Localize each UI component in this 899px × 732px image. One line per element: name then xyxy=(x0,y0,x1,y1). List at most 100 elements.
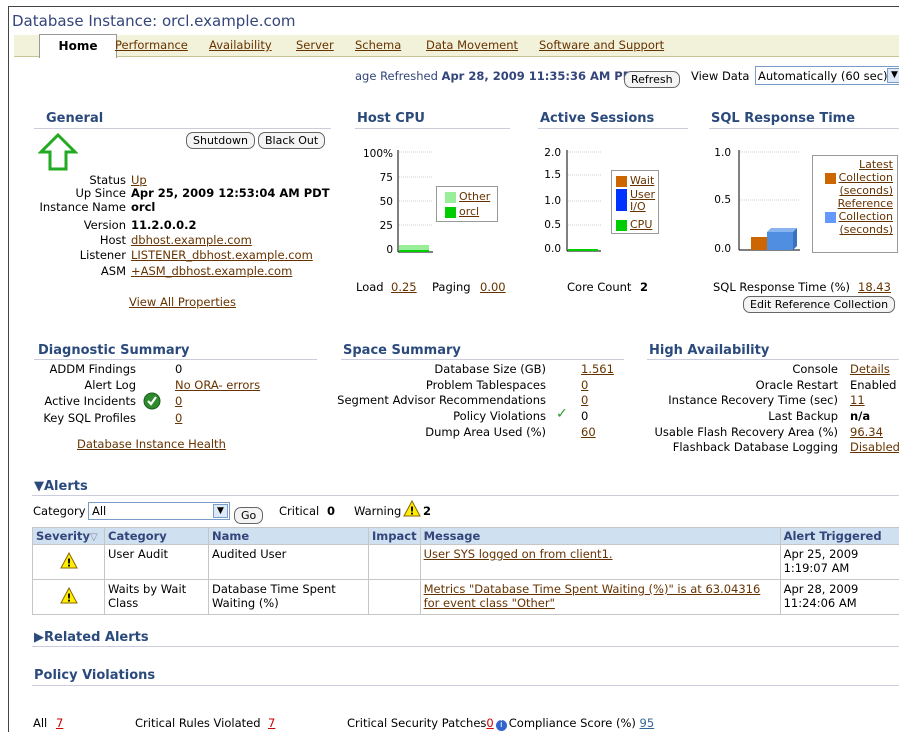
tab-availability[interactable]: Availability xyxy=(209,38,272,52)
console-details-link[interactable]: Details xyxy=(850,362,890,376)
legend-wait-link[interactable]: Wait xyxy=(630,174,654,187)
alert-log-link[interactable]: No ORA- errors xyxy=(175,378,260,392)
security-patches-row: Critical Security Patches0 i Compliance Sc… xyxy=(347,716,654,731)
dump-area-label: Dump Area Used (%) xyxy=(425,425,546,439)
legend-orcl-link[interactable]: orcl xyxy=(459,205,479,218)
tab-performance[interactable]: Performance xyxy=(115,38,188,52)
instance-name-label: Instance Name xyxy=(39,200,127,214)
alert-triggered-column-header[interactable]: Alert Triggered xyxy=(779,527,899,545)
database-instance-health-link[interactable]: Database Instance Health xyxy=(77,437,226,451)
flash-recovery-link[interactable]: 96.34 xyxy=(850,425,883,439)
security-patches-link[interactable]: 0 xyxy=(486,716,493,730)
svg-text:!: ! xyxy=(409,505,414,518)
legend-swatch xyxy=(445,206,456,218)
tab-schema[interactable]: Schema xyxy=(355,38,401,52)
legend-latest-collection-link[interactable]: Collection xyxy=(839,171,893,184)
compliance-score-link[interactable]: 95 xyxy=(640,716,655,730)
key-sql-profiles-link[interactable]: 0 xyxy=(175,411,182,425)
legend-io-link[interactable]: I/O xyxy=(630,200,646,213)
host-cpu-tick: 100% xyxy=(363,148,393,160)
message-column-header[interactable]: Message xyxy=(419,527,781,545)
policy-all-link[interactable]: 7 xyxy=(56,716,63,730)
legend-latest-link[interactable]: Latest xyxy=(859,158,893,171)
problem-tablespaces-link[interactable]: 0 xyxy=(581,378,588,392)
shutdown-button[interactable]: Shutdown xyxy=(186,132,255,149)
database-size-link[interactable]: 1.561 xyxy=(581,362,614,376)
related-alerts-header[interactable]: ▶Related Alerts xyxy=(34,630,149,645)
warning-icon: ! xyxy=(403,500,421,517)
dump-area-link[interactable]: 60 xyxy=(581,425,596,439)
segment-advisor-link[interactable]: 0 xyxy=(581,393,588,407)
legend-latest-seconds-link[interactable]: (seconds) xyxy=(839,184,893,197)
sql-latest-bar xyxy=(751,237,767,250)
sql-response-divider xyxy=(709,128,899,129)
view-all-properties-link[interactable]: View All Properties xyxy=(129,295,236,309)
active-incidents-link[interactable]: 0 xyxy=(175,394,182,408)
blackout-button[interactable]: Black Out xyxy=(258,132,326,149)
view-data-label: View Data xyxy=(691,69,750,83)
category-select[interactable]: All ▼ xyxy=(88,502,230,520)
key-sql-profiles-label: Key SQL Profiles xyxy=(43,411,136,425)
go-button[interactable]: Go xyxy=(234,507,264,524)
legend-cpu-link[interactable]: CPU xyxy=(630,218,652,231)
asm-link[interactable]: +ASM_dbhost.example.com xyxy=(131,264,292,278)
legend-other-link[interactable]: Other xyxy=(459,190,490,203)
alerts-header-row: Severity▽ Category Name Impact Message A… xyxy=(32,527,899,545)
category-cell: Waits by Wait Class xyxy=(104,579,209,615)
name-column-header[interactable]: Name xyxy=(208,527,369,545)
legend-reference-seconds-link[interactable]: (seconds) xyxy=(839,223,893,236)
edit-reference-collection-button[interactable]: Edit Reference Collection xyxy=(743,296,896,313)
host-label: Host xyxy=(99,233,126,247)
severity-column-header[interactable]: Severity▽ xyxy=(32,527,105,545)
host-link[interactable]: dbhost.example.com xyxy=(131,233,252,247)
alerts-section-header[interactable]: ▼Alerts xyxy=(34,479,88,494)
alert-triggered-cell: Apr 28, 2009 11:24:06 AM xyxy=(779,579,899,615)
alerts-table: Severity▽ Category Name Impact Message A… xyxy=(32,527,899,615)
host-cpu-tick: 25 xyxy=(380,220,393,232)
tab-home[interactable]: Home xyxy=(39,34,117,58)
refresh-button[interactable]: Refresh xyxy=(624,71,680,88)
impact-column-header[interactable]: Impact xyxy=(368,527,421,545)
host-cpu-section-title: Host CPU xyxy=(357,111,425,126)
tab-software-and-support[interactable]: Software and Support xyxy=(539,38,664,52)
table-row: ! Waits by Wait Class Database Time Spen… xyxy=(32,579,899,615)
sql-response-pct-link[interactable]: 18.43 xyxy=(858,280,891,294)
svg-text:!: ! xyxy=(66,557,71,570)
compliance-score-label: Compliance Score (%) xyxy=(508,716,636,730)
active-sessions-divider xyxy=(538,128,688,129)
legend-reference-collection-link[interactable]: Collection xyxy=(839,210,893,223)
general-section-title: General xyxy=(46,111,104,126)
policy-violations-divider xyxy=(32,685,899,686)
status-value-link[interactable]: Up xyxy=(131,173,147,187)
segment-advisor-label: Segment Advisor Recommendations xyxy=(337,393,546,407)
tab-bar: Home Performance Availability Server Sch… xyxy=(14,34,899,58)
tab-data-movement[interactable]: Data Movement xyxy=(426,38,518,52)
paging-value-link[interactable]: 0.00 xyxy=(480,280,506,294)
load-label: Load xyxy=(356,280,384,294)
tab-server[interactable]: Server xyxy=(296,38,334,52)
listener-link[interactable]: LISTENER_dbhost.example.com xyxy=(131,248,313,262)
paging-label: Paging xyxy=(432,280,471,294)
alert-message-link[interactable]: Metrics "Database Time Spent Waiting (%)… xyxy=(424,582,761,610)
policy-all-label: All xyxy=(33,716,48,730)
load-value-link[interactable]: 0.25 xyxy=(391,280,417,294)
up-since-label: Up Since xyxy=(75,186,126,200)
category-column-header[interactable]: Category xyxy=(104,527,209,545)
legend-swatch xyxy=(616,175,627,187)
view-data-select[interactable]: Automatically (60 sec) ▼ xyxy=(755,66,899,85)
console-label: Console xyxy=(792,362,838,376)
instance-recovery-link[interactable]: 11 xyxy=(850,393,865,407)
alert-message-link[interactable]: User SYS logged on from client1. xyxy=(424,547,613,561)
version-label: Version xyxy=(83,218,126,232)
active-sessions-section-title: Active Sessions xyxy=(540,111,655,126)
alert-triggered-cell: Apr 25, 2009 1:19:07 AM xyxy=(779,544,899,580)
space-divider xyxy=(341,359,624,360)
legend-reference-link[interactable]: Reference xyxy=(838,197,893,210)
active-sessions-tick: 0.5 xyxy=(544,219,561,231)
critical-rules-link[interactable]: 7 xyxy=(268,716,275,730)
status-label: Status xyxy=(89,173,126,187)
last-backup-value: n/a xyxy=(850,409,871,423)
sql-response-section-title: SQL Response Time xyxy=(711,111,856,126)
flashback-logging-link[interactable]: Disabled xyxy=(850,440,899,454)
info-icon[interactable]: i xyxy=(495,720,507,731)
